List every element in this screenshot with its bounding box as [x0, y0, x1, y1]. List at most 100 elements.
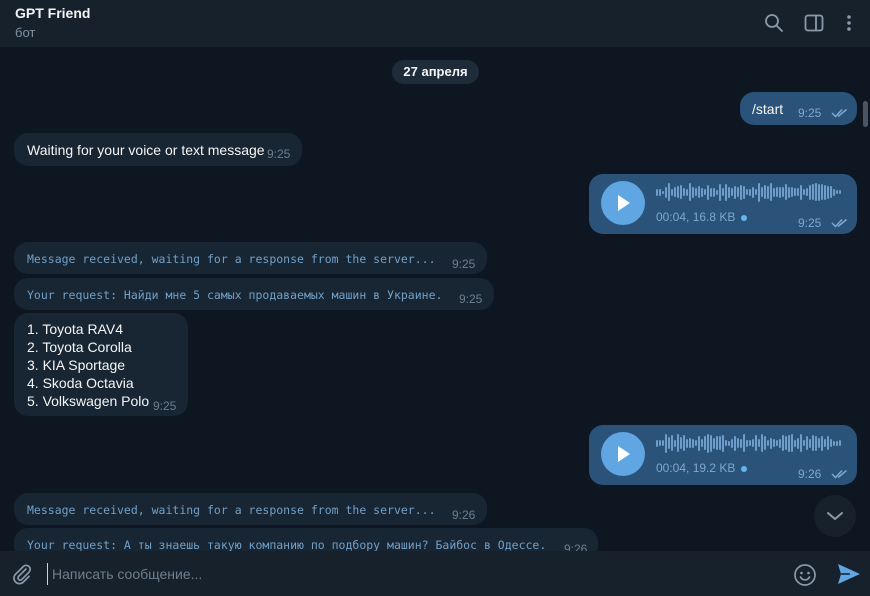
message-incoming[interactable]: Message received, waiting for a response…: [14, 242, 487, 274]
play-icon[interactable]: [601, 432, 645, 476]
waveform-bar: [665, 186, 667, 198]
emoji-icon[interactable]: [793, 563, 817, 587]
message-incoming[interactable]: 1. Toyota RAV4 2. Toyota Corolla 3. KIA …: [14, 313, 188, 416]
waveform-bar: [740, 438, 742, 448]
waveform-bar: [731, 438, 733, 448]
waveform-bar: [746, 189, 748, 195]
waveform-bar: [677, 186, 679, 198]
message-clip: Your request: А ты знаешь такую компанию…: [0, 528, 870, 551]
waveform-bar: [722, 434, 724, 452]
waveform-bar: [770, 183, 772, 201]
waveform[interactable]: [656, 433, 841, 453]
message-time: 9:26: [798, 467, 822, 481]
search-icon[interactable]: [763, 12, 785, 34]
waveform-bar: [818, 183, 820, 201]
waveform-bar: [674, 439, 676, 447]
double-check-icon: [831, 469, 847, 479]
waveform[interactable]: [656, 182, 841, 202]
waveform-bar: [671, 435, 673, 451]
waveform-bar: [800, 434, 802, 452]
waveform-bar: [695, 188, 697, 196]
waveform-bar: [806, 188, 808, 196]
scroll-down-button[interactable]: [814, 495, 856, 537]
waveform-bar: [785, 436, 787, 450]
message-incoming[interactable]: Message received, waiting for a response…: [14, 493, 487, 525]
message-composer: [0, 551, 870, 596]
waveform-bar: [713, 437, 715, 449]
waveform-bar: [716, 189, 718, 195]
message-text: Message received, waiting for a response…: [27, 503, 436, 517]
waveform-bar: [752, 439, 754, 447]
waveform-bar: [725, 440, 727, 446]
waveform-bar: [818, 438, 820, 448]
waveform-bar: [683, 188, 685, 196]
chevron-down-icon: [827, 512, 843, 520]
message-outgoing[interactable]: /start 9:25: [740, 92, 857, 125]
sidebar-toggle-icon[interactable]: [803, 12, 825, 34]
waveform-bar: [833, 188, 835, 196]
send-icon[interactable]: [836, 562, 862, 586]
waveform-bar: [674, 187, 676, 197]
message-incoming[interactable]: Waiting for your voice or text message 9…: [14, 133, 302, 166]
scrollbar-thumb[interactable]: [863, 101, 868, 127]
voice-duration-size: 00:04, 19.2 KB: [656, 461, 736, 475]
waveform-bar: [701, 187, 703, 197]
waveform-bar: [770, 437, 772, 449]
waveform-bar: [824, 184, 826, 200]
waveform-bar: [812, 184, 814, 200]
waveform-bar: [680, 185, 682, 199]
waveform-bar: [662, 440, 664, 446]
waveform-bar: [800, 184, 802, 200]
waveform-bar: [743, 434, 745, 452]
waveform-bar: [758, 439, 760, 447]
message-incoming[interactable]: Your request: А ты знаешь такую компанию…: [14, 528, 598, 551]
waveform-bar: [671, 188, 673, 196]
waveform-bar: [797, 188, 799, 196]
message-text: /start: [752, 101, 784, 117]
waveform-bar: [806, 436, 808, 450]
waveform-bar: [794, 439, 796, 447]
waveform-bar: [677, 434, 679, 452]
voice-meta: 00:04, 16.8 KB: [656, 210, 748, 224]
waveform-bar: [809, 184, 811, 200]
waveform-bar: [713, 187, 715, 197]
message-time: 9:26: [564, 542, 588, 551]
waveform-bar: [821, 184, 823, 200]
list-item: 5. Volkswagen Polo: [27, 393, 150, 409]
message-input[interactable]: [47, 563, 767, 585]
waveform-bar: [749, 188, 751, 196]
waveform-bar: [782, 435, 784, 451]
play-icon[interactable]: [601, 181, 645, 225]
waveform-bar: [830, 186, 832, 198]
waveform-bar: [728, 440, 730, 446]
waveform-bar: [710, 187, 712, 197]
waveform-bar: [836, 190, 838, 194]
waveform-bar: [815, 183, 817, 201]
waveform-bar: [779, 186, 781, 198]
waveform-bar: [761, 187, 763, 197]
waveform-bar: [734, 185, 736, 199]
waveform-bar: [743, 185, 745, 199]
waveform-bar: [779, 438, 781, 448]
waveform-bar: [659, 188, 661, 196]
list-item: 2. Toyota Corolla: [27, 339, 132, 355]
chat-title[interactable]: GPT Friend: [15, 5, 90, 21]
waveform-bar: [731, 188, 733, 196]
waveform-bar: [689, 183, 691, 201]
voice-message-outgoing[interactable]: 00:04, 19.2 KB 9:26: [589, 425, 857, 485]
waveform-bar: [662, 190, 664, 194]
unplayed-dot: [741, 214, 748, 221]
waveform-bar: [803, 440, 805, 446]
more-vertical-icon[interactable]: [838, 12, 860, 34]
paperclip-icon[interactable]: [11, 563, 33, 585]
message-incoming[interactable]: Your request: Найди мне 5 самых продавае…: [14, 278, 494, 310]
waveform-bar: [812, 435, 814, 451]
waveform-bar: [704, 189, 706, 195]
waveform-bar: [695, 440, 697, 446]
waveform-bar: [791, 187, 793, 197]
voice-duration-size: 00:04, 16.8 KB: [656, 210, 736, 224]
unplayed-dot: [741, 465, 748, 472]
message-time: 9:25: [798, 216, 822, 230]
voice-message-outgoing[interactable]: 00:04, 16.8 KB 9:25: [589, 174, 857, 234]
waveform-bar: [746, 439, 748, 447]
